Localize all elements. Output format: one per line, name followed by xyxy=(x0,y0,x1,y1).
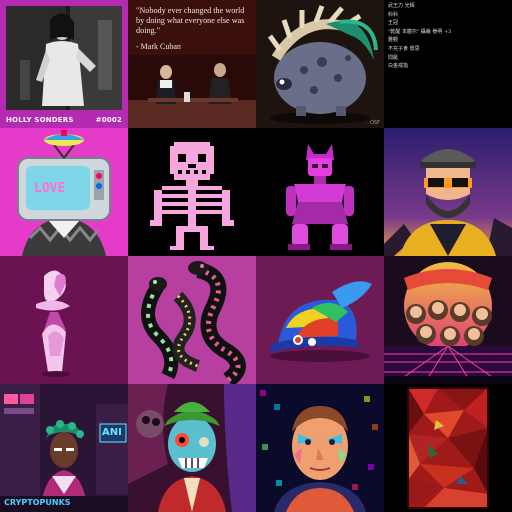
text-line: 雅觀 xyxy=(388,37,399,44)
pink-robot-image xyxy=(256,128,384,256)
tile-chinese-text-list[interactable]: 武王力 光辉 科科 王冠 "乾醒 本體尔" 攝裁 眷明 +3 雅觀 不充子食 憬… xyxy=(384,0,512,128)
pixel-skeleton-image xyxy=(128,128,256,256)
text-line: "乾醒 本體尔" 攝裁 眷明 +3 xyxy=(388,28,452,35)
text-line: 白金戒指 xyxy=(388,63,409,70)
holly-sonders-caption: HOLLY SONDERS #0002 xyxy=(0,112,128,128)
bottom-banner-text: CRYPTOPUNKS xyxy=(4,498,71,507)
caption-title: HOLLY SONDERS xyxy=(6,116,74,124)
tile-rainbow-cap[interactable] xyxy=(256,256,384,384)
tile-tv-head-character[interactable]: LOVE xyxy=(0,128,128,256)
spiky-creature-image xyxy=(256,0,384,128)
tile-colorful-portrait[interactable] xyxy=(256,384,384,512)
caption-number: #0002 xyxy=(95,116,122,124)
tile-red-mosaic[interactable] xyxy=(384,384,512,512)
retro-sunset-image xyxy=(384,256,512,384)
text-list: 武王力 光辉 科科 王冠 "乾醒 本體尔" 攝裁 眷明 +3 雅觀 不充子食 憬… xyxy=(388,2,508,71)
tile-colorful-serpents[interactable] xyxy=(128,256,256,384)
sign-text: ANI xyxy=(102,427,122,438)
quote-text: "Nobody ever changed the world by doing … xyxy=(136,6,245,35)
pink-sculpture-image xyxy=(0,256,128,384)
quote-author: - Mark Cuban xyxy=(136,42,181,51)
zombie-image xyxy=(128,384,256,512)
nft-gallery-grid: HOLLY SONDERS #0002 "Nobody ever changed… xyxy=(0,0,512,512)
rainbow-cap-image xyxy=(256,256,384,384)
serpents-image xyxy=(128,256,256,384)
tile-holly-sonders[interactable]: HOLLY SONDERS #0002 xyxy=(0,0,128,128)
tile-cyberpunk-character[interactable]: ANI CRYPTOPUNKS xyxy=(0,384,128,512)
tile-pink-robot-figure[interactable] xyxy=(256,128,384,256)
text-line: 武王力 光辉 xyxy=(388,3,415,9)
text-line: 王冠 xyxy=(388,20,399,27)
tile-mark-cuban-quote[interactable]: "Nobody ever changed the world by doing … xyxy=(128,0,256,128)
tv-screen-text: LOVE xyxy=(34,181,66,196)
corner-watermark: OSF xyxy=(370,120,380,126)
colorful-portrait-image xyxy=(256,384,384,512)
text-line: 問艇 xyxy=(388,54,399,61)
bearded-man-image xyxy=(384,128,512,256)
tile-spiky-creature[interactable]: OSF xyxy=(256,0,384,128)
text-line: 不充子食 憬思 xyxy=(388,45,420,52)
holly-sonders-image xyxy=(0,0,128,128)
tile-pixel-skeleton[interactable] xyxy=(128,128,256,256)
cyberpunk-image xyxy=(0,384,128,512)
tile-retro-sunset-poster[interactable] xyxy=(384,256,512,384)
red-mosaic-image xyxy=(384,384,512,512)
tile-bearded-man-sunglasses[interactable] xyxy=(384,128,512,256)
tile-zombie-art[interactable] xyxy=(128,384,256,512)
text-line: 科科 xyxy=(388,11,399,18)
tile-pink-abstract-sculpture[interactable] xyxy=(0,256,128,384)
